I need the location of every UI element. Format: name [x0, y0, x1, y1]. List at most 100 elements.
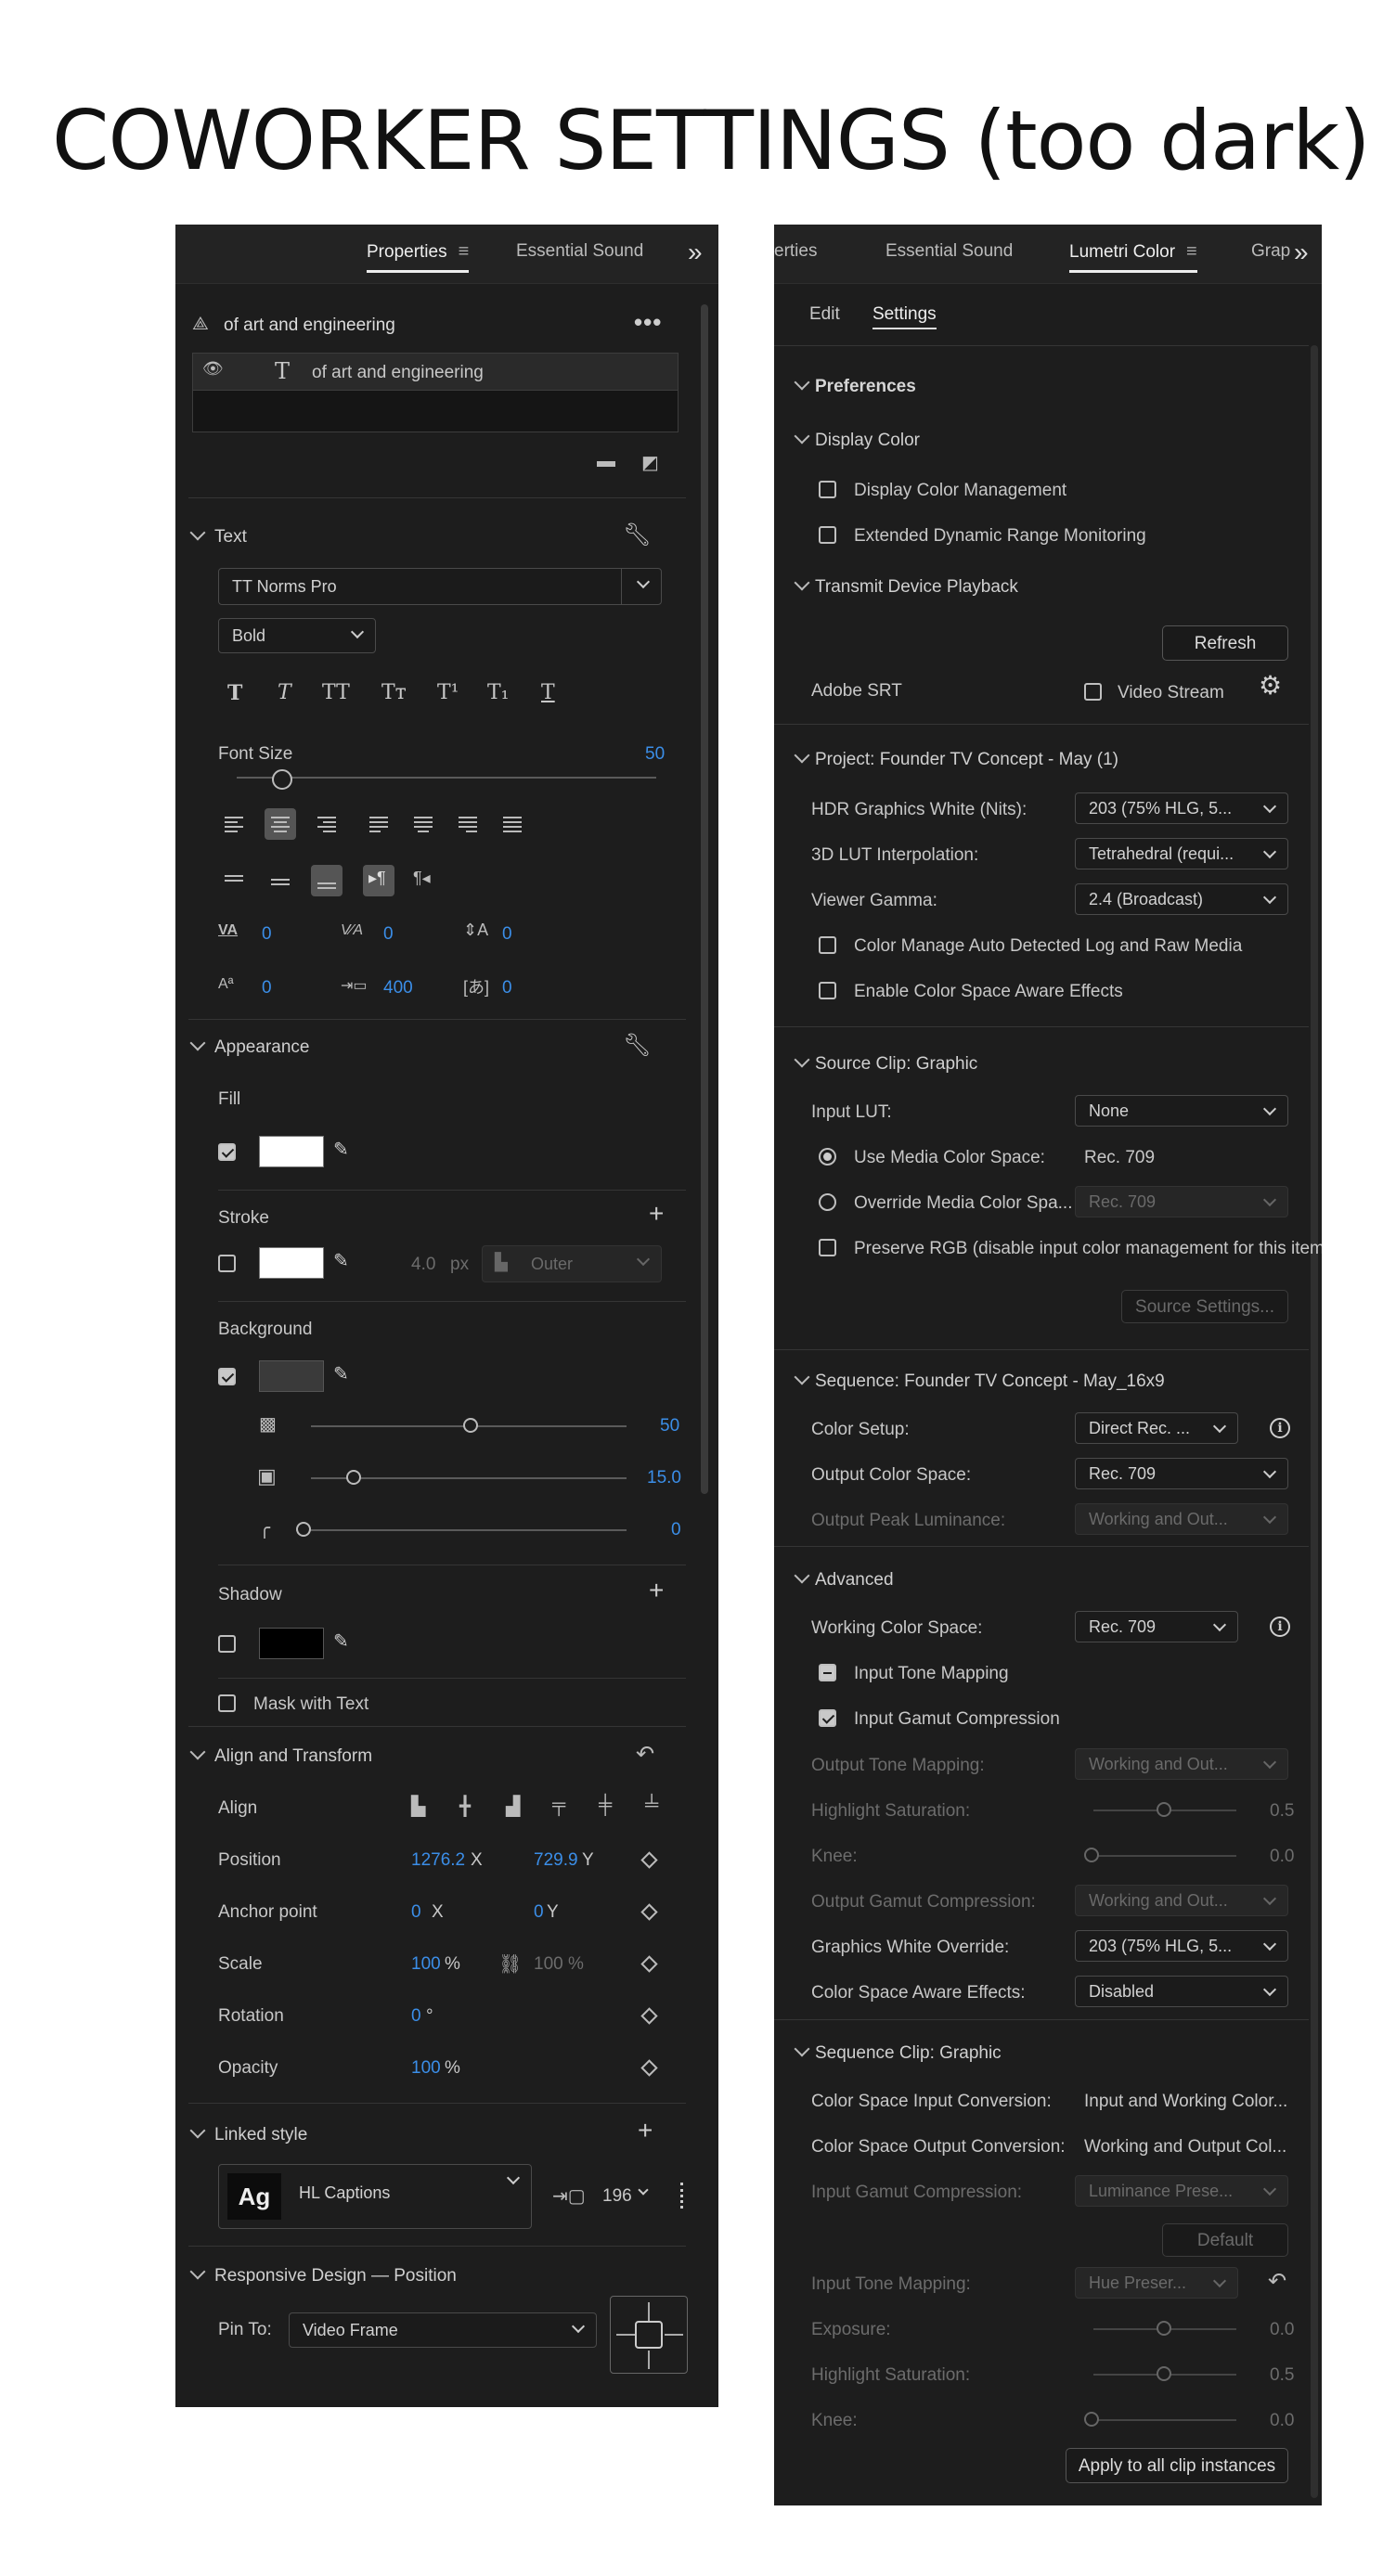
eye-icon[interactable]: 👁︎	[202, 359, 224, 379]
input-tone-label[interactable]: Input Tone Mapping	[854, 1664, 1009, 1684]
eyedropper-icon[interactable]: ✎	[333, 1629, 349, 1653]
output-peak-dropdown[interactable]: Working and Out...	[1075, 1503, 1288, 1535]
info-icon[interactable]: i	[1270, 1616, 1290, 1637]
knee-slider[interactable]	[1093, 1855, 1236, 1857]
knee-value[interactable]: 0.0	[1270, 1847, 1294, 1867]
justify-all-button[interactable]	[497, 808, 528, 840]
refresh-button[interactable]: Refresh	[1162, 625, 1288, 661]
hl-sat-knob[interactable]	[1157, 1802, 1171, 1817]
pin-to-dropdown[interactable]: Video Frame	[289, 2312, 597, 2348]
pin-right-icon[interactable]	[665, 2334, 683, 2336]
pin-bottom-icon[interactable]	[648, 2351, 650, 2369]
knee2-value[interactable]: 0.0	[1270, 2411, 1294, 2431]
justify-right-button[interactable]	[452, 808, 484, 840]
linked-style-header[interactable]: Linked style	[188, 2122, 307, 2145]
apply-all-button[interactable]: Apply to all clip instances	[1066, 2448, 1288, 2483]
display-mgmt-label[interactable]: Display Color Management	[854, 481, 1066, 501]
add-style-icon[interactable]: +	[638, 2116, 653, 2145]
align-middle-button[interactable]	[265, 865, 296, 896]
keyframe-icon[interactable]	[640, 1851, 658, 1869]
hl-sat2-knob[interactable]	[1157, 2366, 1171, 2381]
output-cs-dropdown[interactable]: Rec. 709	[1075, 1458, 1288, 1489]
wrench-icon[interactable]: 🔧︎	[623, 522, 651, 548]
display-color-header[interactable]: Display Color	[793, 428, 920, 451]
exposure-knob[interactable]	[1157, 2321, 1171, 2336]
responsive-design-header[interactable]: Responsive Design — Position	[188, 2263, 457, 2286]
fill-checkbox[interactable]	[218, 1143, 236, 1161]
transmit-header[interactable]: Transmit Device Playback	[793, 574, 1018, 598]
pin-center-icon[interactable]	[635, 2321, 663, 2349]
ltr-button[interactable]: ▸¶	[363, 865, 394, 896]
preferences-header[interactable]: Preferences	[793, 374, 916, 397]
tab-properties[interactable]: erties	[774, 241, 817, 262]
style-count[interactable]: 196	[602, 2186, 632, 2207]
add-stroke-icon[interactable]: +	[649, 1199, 664, 1229]
stroke-width[interactable]: 4.0	[411, 1255, 435, 1275]
wrench-icon[interactable]: 🔧︎	[623, 1032, 651, 1059]
align-h-center-icon[interactable]: ╋	[459, 1795, 471, 1818]
source-settings-button[interactable]: Source Settings...	[1121, 1290, 1288, 1323]
advanced-header[interactable]: Advanced	[793, 1567, 894, 1591]
justify-left-button[interactable]	[363, 808, 394, 840]
viewer-gamma-dropdown[interactable]: 2.4 (Broadcast)	[1075, 883, 1288, 915]
input-lut-dropdown[interactable]: None	[1075, 1095, 1288, 1127]
overflow-icon[interactable]: »	[1294, 238, 1308, 267]
text-section-header[interactable]: Text	[188, 524, 247, 547]
position-y-value[interactable]: 729.9	[534, 1850, 578, 1871]
knee2-knob[interactable]	[1084, 2412, 1099, 2427]
lut-interp-dropdown[interactable]: Tetrahedral (requi...	[1075, 838, 1288, 869]
font-family-dropdown[interactable]: TT Norms Pro	[218, 568, 662, 605]
input-gamut-checkbox[interactable]	[819, 1709, 836, 1727]
sequence-clip-header[interactable]: Sequence Clip: Graphic	[793, 2041, 1002, 2064]
info-icon[interactable]: i	[1270, 1418, 1290, 1438]
bg-size-knob[interactable]	[346, 1470, 361, 1485]
tab-properties[interactable]: Properties ≡	[367, 241, 470, 273]
sync-style-icon[interactable]: ⇥▢	[552, 2184, 586, 2208]
subtab-edit[interactable]: Edit	[809, 304, 840, 325]
tab-width-value[interactable]: 400	[383, 978, 413, 998]
hl-sat2-value[interactable]: 0.5	[1270, 2365, 1294, 2386]
background-checkbox[interactable]	[218, 1368, 236, 1385]
align-top-button[interactable]	[218, 865, 250, 896]
reset-icon[interactable]: ↶	[1268, 2268, 1286, 2295]
gear-icon[interactable]: ⚙	[1259, 670, 1282, 701]
shadow-checkbox[interactable]	[218, 1635, 236, 1653]
more-icon[interactable]: •••	[634, 308, 662, 337]
default-button[interactable]: Default	[1162, 2223, 1288, 2257]
background-swatch[interactable]	[259, 1360, 324, 1392]
add-shadow-icon[interactable]: +	[649, 1576, 664, 1605]
stroke-swatch[interactable]	[259, 1247, 324, 1279]
align-top-edges-icon[interactable]: ╤	[552, 1795, 565, 1816]
new-layer-icon[interactable]: ◩	[641, 451, 659, 474]
stroke-checkbox[interactable]	[218, 1255, 236, 1272]
hl-sat-value[interactable]: 0.5	[1270, 1801, 1294, 1822]
cm-auto-label[interactable]: Color Manage Auto Detected Log and Raw M…	[854, 936, 1242, 957]
working-cs-dropdown[interactable]: Rec. 709	[1075, 1611, 1238, 1642]
video-stream-label[interactable]: Video Stream	[1118, 683, 1224, 703]
cs-aware-checkbox[interactable]	[819, 982, 836, 999]
opacity-value[interactable]: 100	[411, 2058, 441, 2079]
align-bottom-button[interactable]	[311, 865, 343, 896]
tsume-value[interactable]: 0	[502, 978, 512, 998]
pin-top-icon[interactable]	[648, 2302, 650, 2321]
appearance-section-header[interactable]: Appearance	[188, 1035, 309, 1058]
cs-aware-fx-dropdown[interactable]: Disabled	[1075, 1976, 1288, 2007]
font-size-slider[interactable]	[237, 777, 656, 779]
hdr-monitoring-label[interactable]: Extended Dynamic Range Monitoring	[854, 526, 1146, 547]
cm-auto-checkbox[interactable]	[819, 936, 836, 954]
scale-value[interactable]: 100	[411, 1954, 441, 1975]
align-transform-header[interactable]: Align and Transform	[188, 1744, 372, 1767]
align-left-edges-icon[interactable]: ▙	[411, 1795, 425, 1818]
tab-lumetri-color[interactable]: Lumetri Color ≡	[1069, 241, 1197, 273]
position-x-value[interactable]: 1276.2	[411, 1850, 465, 1871]
faux-bold-button[interactable]: T	[227, 681, 242, 705]
stroke-position-dropdown[interactable]: Outer	[482, 1245, 662, 1282]
subtab-settings[interactable]: Settings	[872, 304, 937, 329]
kerning-value[interactable]: 0	[262, 924, 272, 945]
bg-corner-knob[interactable]	[296, 1522, 311, 1537]
scrollbar[interactable]	[701, 304, 708, 1494]
align-bottom-edges-icon[interactable]: ╧	[645, 1795, 658, 1816]
knee-knob[interactable]	[1084, 1848, 1099, 1862]
overflow-icon[interactable]: »	[688, 238, 702, 267]
scrollbar[interactable]	[1311, 345, 1318, 2498]
